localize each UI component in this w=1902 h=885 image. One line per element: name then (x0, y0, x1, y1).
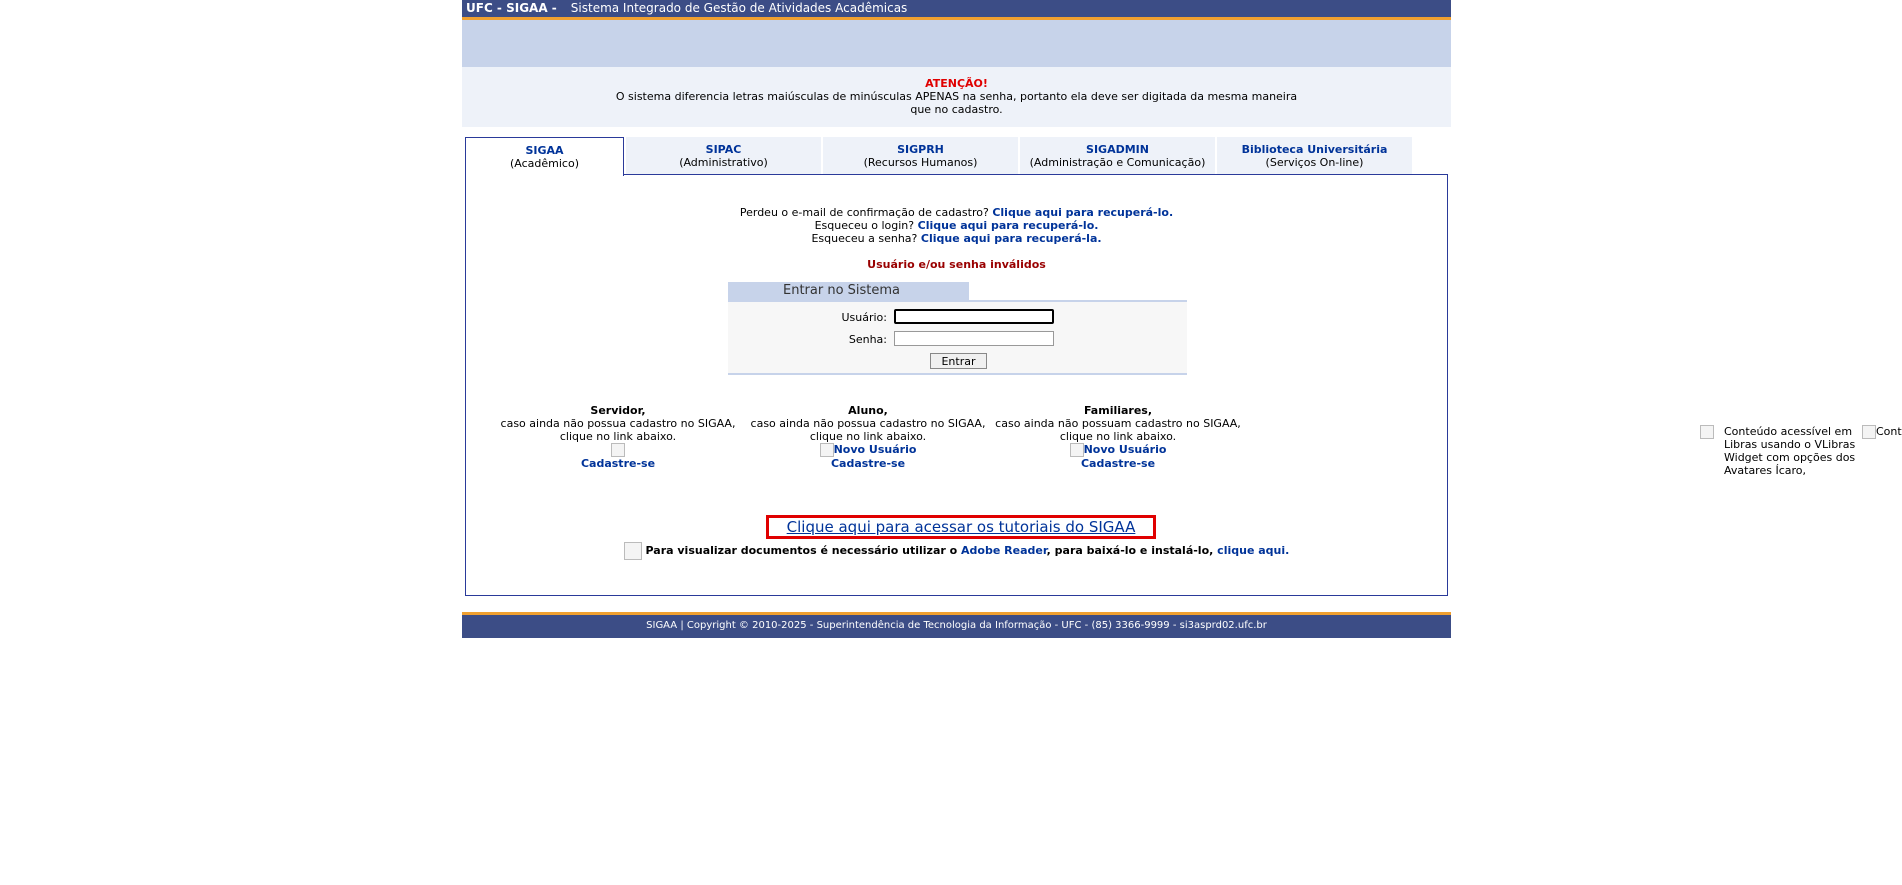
tutorial-box: Clique aqui para acessar os tutoriais do… (766, 515, 1156, 539)
register-familiares: Familiares, caso ainda não possuam cadas… (988, 404, 1248, 470)
notice-box: ATENÇÃO! O sistema diferencia letras mai… (462, 67, 1451, 127)
vlibras-text-2: Conteúdo acessível (1862, 425, 1902, 439)
broken-image-icon (819, 443, 834, 457)
register-aluno-link[interactable]: Cadastre-se (831, 457, 905, 470)
register-title: Familiares, (1083, 404, 1153, 417)
register-title: Servidor, (590, 404, 646, 417)
recover-password-link[interactable]: Clique aqui para recuperá-la. (921, 232, 1102, 245)
page-container: UFC - SIGAA - Sistema Integrado de Gestão… (462, 0, 1451, 596)
system-name: UFC - SIGAA - (466, 1, 557, 15)
vlibras-text-2-label: Conteúdo acessível (1876, 425, 1902, 438)
notice-line-1: O sistema diferencia letras maiúsculas d… (615, 90, 1298, 103)
tab-name: Biblioteca Universitária (1241, 143, 1388, 156)
tab-name: SIGADMIN (1086, 143, 1149, 156)
broken-image-icon (1069, 443, 1084, 457)
download-here-link[interactable]: clique aqui. (1217, 544, 1289, 557)
tab-subtitle: (Administração e Comunicação) (1029, 156, 1206, 169)
register-text: caso ainda não possua cadastro no SIGAA, (750, 417, 986, 430)
top-bar: UFC - SIGAA - Sistema Integrado de Gestão… (462, 0, 1451, 20)
tab-sipac[interactable]: SIPAC (Administrativo) (626, 137, 821, 174)
pdf-text: Para visualizar documentos é necessário … (645, 544, 958, 557)
username-label: Usuário: (841, 311, 887, 324)
tab-subtitle: (Recursos Humanos) (863, 156, 978, 169)
tutorial-link[interactable]: Clique aqui para acessar os tutoriais do… (787, 518, 1136, 536)
login-form: Entrar no Sistema Usuário: Senha: Entrar (728, 282, 1187, 375)
error-message: Usuário e/ou senha inválidos (867, 258, 1046, 271)
password-label: Senha: (848, 333, 887, 346)
login-title: Entrar no Sistema (728, 282, 969, 300)
image-alt-text: Novo Usuário (1083, 443, 1167, 456)
tab-name: SIGAA (525, 144, 564, 157)
tab-sigadmin[interactable]: SIGADMIN (Administração e Comunicação) (1020, 137, 1215, 174)
vlibras-widget[interactable]: Conteúdo acessível em Libras usando o VL… (1700, 425, 1902, 477)
tab-sigprh[interactable]: SIGPRH (Recursos Humanos) (823, 137, 1018, 174)
register-text: clique no link abaixo. (809, 430, 927, 443)
tab-name: SIPAC (705, 143, 742, 156)
adobe-reader-link[interactable]: Adobe Reader (961, 544, 1047, 557)
tab-biblioteca[interactable]: Biblioteca Universitária (Serviços On-li… (1217, 137, 1412, 174)
register-servidor: Servidor, caso ainda não possua cadastro… (488, 404, 748, 470)
tab-name: SIGPRH (897, 143, 944, 156)
register-text: clique no link abaixo. (559, 430, 677, 443)
pdf-icon (623, 542, 642, 560)
register-familiares-link[interactable]: Cadastre-se (1081, 457, 1155, 470)
new-user-image-link[interactable]: Novo Usuário (819, 443, 917, 457)
recover-password-text: Esqueceu a senha? (811, 232, 918, 245)
vlibras-icon (1700, 425, 1714, 439)
system-description: Sistema Integrado de Gestão de Atividade… (570, 1, 908, 15)
notice-line-2: que no cadastro. (910, 103, 1003, 116)
register-servidor-link[interactable]: Cadastre-se (581, 457, 655, 470)
recover-login-link[interactable]: Clique aqui para recuperá-lo. (918, 219, 1099, 232)
username-input[interactable] (894, 309, 1054, 324)
register-text: caso ainda não possua cadastro no SIGAA, (500, 417, 736, 430)
pdf-text-2: , para baixá-lo e instalá-lo, (1046, 544, 1214, 557)
register-text: clique no link abaixo. (1059, 430, 1177, 443)
login-form-body: Usuário: Senha: Entrar (728, 300, 1187, 375)
login-button[interactable]: Entrar (930, 353, 987, 369)
recover-email-text: Perdeu o e-mail de confirmação de cadast… (739, 206, 989, 219)
login-panel: Perdeu o e-mail de confirmação de cadast… (465, 174, 1448, 596)
banner (462, 20, 1451, 67)
register-text: caso ainda não possuam cadastro no SIGAA… (995, 417, 1241, 430)
recover-login-text: Esqueceu o login? (814, 219, 915, 232)
tab-subtitle: (Administrativo) (679, 156, 768, 169)
system-tabs: SIGAA (Acadêmico) SIPAC (Administrativo)… (462, 137, 1451, 176)
pdf-notice: Para visualizar documentos é necessário … (466, 542, 1447, 560)
vlibras-icon-2 (1862, 425, 1876, 439)
footer: SIGAA | Copyright © 2010-2025 - Superint… (462, 612, 1451, 638)
password-input[interactable] (894, 331, 1054, 346)
notice-title: ATENÇÃO! (925, 77, 988, 90)
image-alt-text: Novo Usuário (833, 443, 917, 456)
tab-subtitle: (Acadêmico) (509, 157, 579, 170)
broken-image-icon (611, 443, 625, 457)
tab-sigaa[interactable]: SIGAA (Acadêmico) (465, 137, 624, 176)
register-title: Aluno, (848, 404, 888, 417)
new-user-image-link[interactable]: Novo Usuário (1069, 443, 1167, 457)
vlibras-text: Conteúdo acessível em Libras usando o VL… (1724, 425, 1856, 477)
tab-subtitle: (Serviços On-line) (1265, 156, 1364, 169)
recovery-links: Perdeu o e-mail de confirmação de cadast… (466, 206, 1447, 245)
register-aluno: Aluno, caso ainda não possua cadastro no… (738, 404, 998, 470)
recover-email-link[interactable]: Clique aqui para recuperá-lo. (992, 206, 1173, 219)
